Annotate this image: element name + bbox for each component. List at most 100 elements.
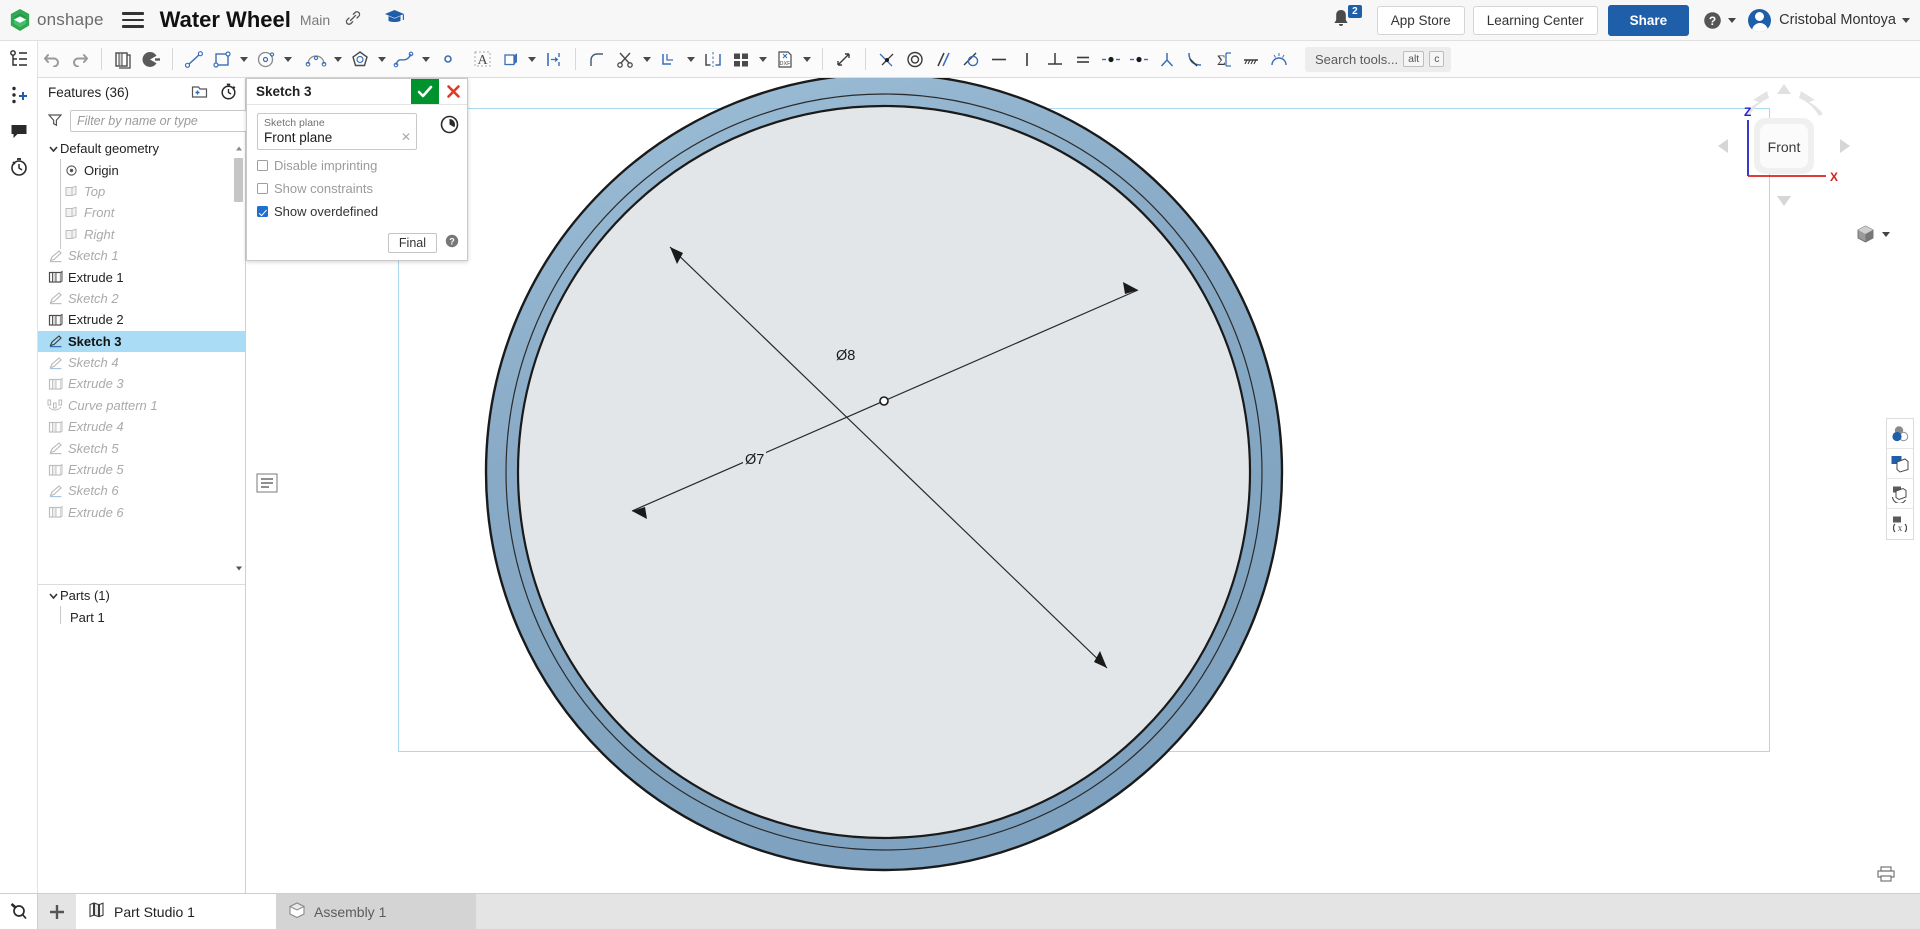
circle-icon[interactable] [252,45,280,73]
perpendicular-icon[interactable] [1041,45,1069,73]
variable-table-icon[interactable]: x [1887,509,1913,539]
parts-group-header[interactable]: Parts (1) [38,585,245,606]
symmetric-icon[interactable] [1125,45,1153,73]
scroll-down-arrow-icon[interactable] [234,562,243,574]
scrollbar-thumb[interactable] [234,158,243,202]
main-menu-button[interactable] [122,12,144,28]
tree-feature-sketch-5[interactable]: Sketch 5 [38,437,245,458]
tangent-icon[interactable] [957,45,985,73]
app-store-button[interactable]: App Store [1377,6,1465,35]
tab-part-studio-1[interactable]: Part Studio 1 [76,894,276,929]
dimension-label-inner-diameter[interactable]: Ø7 [743,452,766,468]
search-tools-box[interactable]: Search tools... alt c [1305,47,1451,72]
extend-icon[interactable] [655,45,683,73]
clear-x-icon[interactable]: ✕ [401,130,411,144]
point-icon[interactable] [434,45,462,73]
rectangle-icon[interactable] [208,45,236,73]
show-overdefined-checkbox[interactable] [257,206,268,217]
chevron-down-icon[interactable] [46,590,60,601]
new-folder-icon[interactable] [191,84,208,102]
circle-dropdown[interactable] [280,45,296,73]
parallel-icon[interactable] [929,45,957,73]
equal-icon[interactable] [1069,45,1097,73]
appearance-icon[interactable] [1887,419,1913,449]
parts-item-part-1[interactable]: Part 1 [38,606,245,627]
midpoint-icon[interactable] [1097,45,1125,73]
arc-dropdown[interactable] [330,45,346,73]
tree-feature-extrude-3[interactable]: Extrude 3 [38,373,245,394]
learning-center-button[interactable]: Learning Center [1473,6,1598,35]
polygon-dropdown[interactable] [374,45,390,73]
linear-pattern-icon[interactable] [727,45,755,73]
accept-button[interactable] [411,79,439,104]
tree-feature-extrude-5[interactable]: Extrude 5 [38,459,245,480]
help-circle-icon[interactable]: ? [445,234,459,253]
disable-imprinting-row[interactable]: Disable imprinting [257,158,457,173]
spline-icon[interactable] [390,45,418,73]
tree-item-right-plane[interactable]: Right [38,224,245,245]
tree-feature-sketch-2[interactable]: Sketch 2 [38,288,245,309]
vertical-icon[interactable] [1013,45,1041,73]
pattern-dropdown[interactable] [755,45,771,73]
spline-dropdown[interactable] [418,45,434,73]
share-button[interactable]: Share [1608,5,1690,36]
sketch-dialog[interactable]: Sketch 3 Sketch plane Front plane ✕ [246,78,468,261]
link-icon[interactable] [344,9,362,32]
extend-dropdown[interactable] [683,45,699,73]
show-constraints-checkbox[interactable] [257,183,268,194]
tab-assembly-1[interactable]: Assembly 1 [276,894,476,929]
construction-icon[interactable] [1153,45,1181,73]
undo-icon[interactable] [38,45,66,73]
dimension-label-outer-diameter[interactable]: Ø8 [834,348,857,364]
tree-feature-sketch-4[interactable]: Sketch 4 [38,352,245,373]
copy-icon[interactable] [109,45,137,73]
trim-icon[interactable] [611,45,639,73]
add-tab-button[interactable] [38,894,76,929]
trim-dropdown[interactable] [639,45,655,73]
tree-feature-extrude-2[interactable]: Extrude 2 [38,309,245,330]
tree-item-origin[interactable]: Origin [38,159,245,180]
print-icon[interactable] [1876,866,1896,887]
dxf-dropdown[interactable] [799,45,815,73]
tree-item-front-plane[interactable]: Front [38,202,245,223]
ground-icon[interactable] [1237,45,1265,73]
section-view-icon[interactable] [1887,449,1913,479]
curvature-icon[interactable] [1181,45,1209,73]
tree-feature-sketch-1[interactable]: Sketch 1 [38,245,245,266]
use-projection-icon[interactable] [496,45,524,73]
view-style-dropdown[interactable] [1855,224,1890,244]
chevron-down-icon[interactable] [46,143,60,154]
normal-icon[interactable] [1265,45,1293,73]
redo-icon[interactable] [66,45,94,73]
view-cube[interactable]: Front Z X [1714,80,1854,210]
help-menu[interactable]: ? [1703,11,1736,30]
user-account-menu[interactable]: Cristobal Montoya [1748,9,1910,32]
water-wheel-sketch-drawing[interactable] [246,78,1920,893]
clock-icon[interactable] [440,115,459,139]
sketch-plane-field[interactable]: Sketch plane Front plane ✕ [257,113,417,150]
horizontal-icon[interactable] [985,45,1013,73]
final-button[interactable]: Final [388,233,437,253]
scroll-up-arrow-icon[interactable] [234,142,243,154]
show-constraints-row[interactable]: Show constraints [257,181,457,196]
tab-search-icon[interactable] [0,894,38,929]
mirror-icon[interactable] [699,45,727,73]
graduation-cap-icon[interactable] [384,9,405,31]
comments-icon[interactable] [0,113,38,149]
document-branch[interactable]: Main [300,12,330,28]
rectangle-dropdown[interactable] [236,45,252,73]
use-projection-dropdown[interactable] [524,45,540,73]
onshape-logo[interactable]: onshape [9,8,104,32]
coincident-icon[interactable] [873,45,901,73]
line-icon[interactable] [180,45,208,73]
dxf-import-icon[interactable]: DXF [771,45,799,73]
graphics-canvas[interactable]: Sketch 3 [246,78,1920,893]
feature-list-icon[interactable] [0,41,38,77]
filter-input[interactable] [70,110,247,132]
notifications-button[interactable]: 2 [1331,8,1353,32]
history-icon[interactable] [0,149,38,185]
tree-feature-sketch-6[interactable]: Sketch 6 [38,480,245,501]
tree-item-top-plane[interactable]: Top [38,181,245,202]
disable-imprinting-checkbox[interactable] [257,160,268,171]
sketch-color-icon[interactable] [137,45,165,73]
